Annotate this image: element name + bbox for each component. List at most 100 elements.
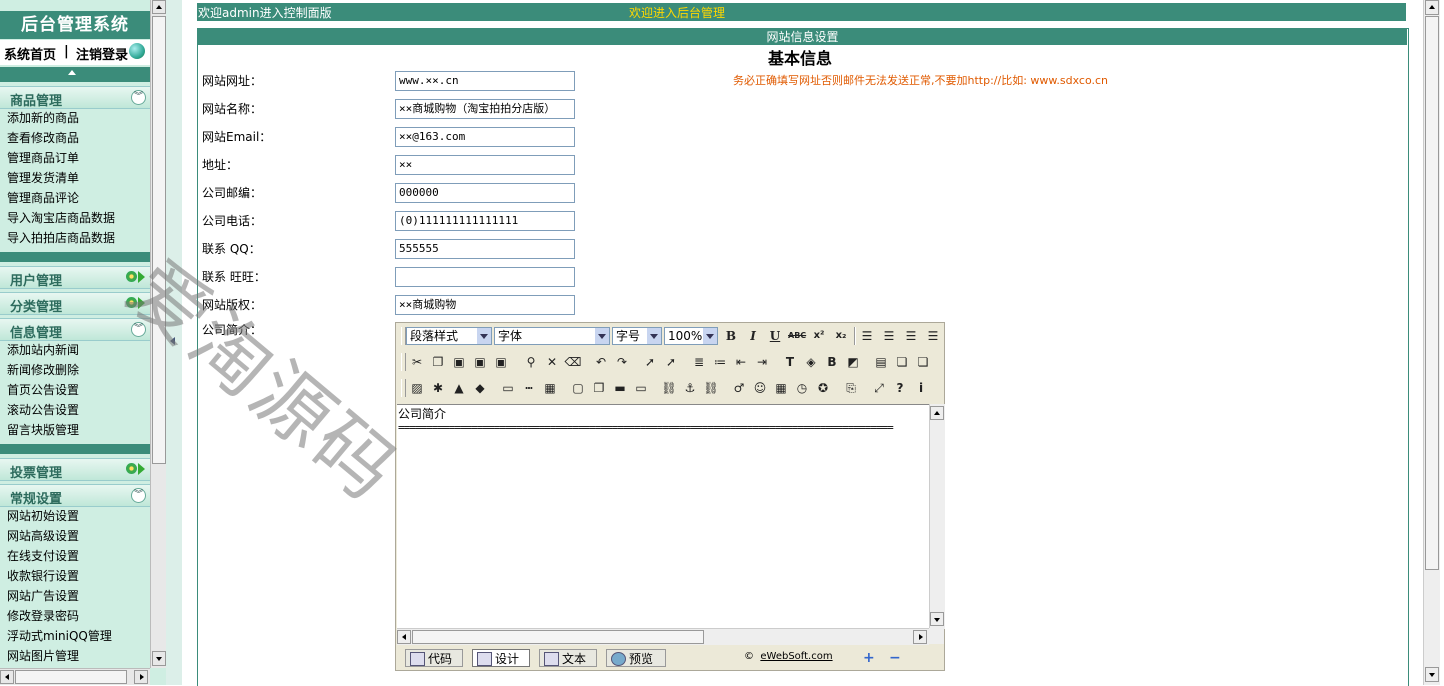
unordered-list-icon[interactable]: ≔ [711, 353, 729, 371]
sidebar-item-add-news[interactable]: 添加站内新闻 [7, 341, 79, 359]
scroll-thumb[interactable] [152, 16, 166, 464]
address-input[interactable]: ×× [395, 155, 575, 175]
sidebar-item-shipping[interactable]: 管理发货清单 [7, 169, 79, 187]
sidebar-item-scroll-notice[interactable]: 滚动公告设置 [7, 401, 79, 419]
collapse-all-bar[interactable] [0, 67, 150, 82]
editor-content-area[interactable]: 公司简介 ===================================… [397, 404, 929, 630]
zoom-select[interactable]: 100% [664, 327, 718, 345]
scroll-down-button[interactable] [1425, 667, 1439, 682]
sidebar-item-edit-products[interactable]: 查看修改商品 [7, 129, 79, 147]
date-icon[interactable]: ▦ [772, 379, 790, 397]
expand-arrow-icon[interactable] [126, 462, 146, 476]
sidebar-item-site-init[interactable]: 网站初始设置 [7, 507, 79, 525]
paragraph-style-select[interactable]: 段落样式 [406, 327, 492, 345]
strikethrough-icon[interactable]: ABC [788, 327, 806, 345]
sidebar-item-orders[interactable]: 管理商品订单 [7, 149, 79, 167]
sidebar-item-import-taobao[interactable]: 导入淘宝店商品数据 [7, 209, 115, 227]
tab-preview[interactable]: 预览 [606, 649, 666, 667]
bold-icon[interactable]: B [722, 327, 740, 345]
copyright-input[interactable]: ××商城购物 [395, 295, 575, 315]
layer-icon[interactable]: ❏ [893, 353, 911, 371]
credit-link[interactable]: eWebSoft.com [760, 651, 832, 662]
site-url-input[interactable]: www.××.cn [395, 71, 575, 91]
eraser-icon[interactable]: ⌫ [564, 353, 582, 371]
sidebar-item-online-pay[interactable]: 在线支付设置 [7, 547, 79, 565]
subscript-icon[interactable]: x₂ [832, 327, 850, 345]
outdent-icon[interactable]: ⇤ [732, 353, 750, 371]
tab-text[interactable]: 文本 [539, 649, 597, 667]
wangwang-input[interactable] [395, 267, 575, 287]
scroll-down-button[interactable] [152, 651, 166, 666]
cut-icon[interactable]: ✂ [408, 353, 426, 371]
media-icon[interactable]: ▲ [450, 379, 468, 397]
sidebar-section-products[interactable]: 商品管理 ︾ [0, 86, 150, 109]
link-icon[interactable]: ⛓ [660, 379, 678, 397]
site-email-input[interactable]: ××@163.com [395, 127, 575, 147]
box-icon[interactable]: ▦ [541, 379, 559, 397]
editor-horizontal-scrollbar[interactable] [397, 628, 929, 645]
tab-design[interactable]: 设计 [472, 649, 530, 667]
superscript-icon[interactable]: x² [810, 327, 828, 345]
time-icon[interactable]: ◷ [793, 379, 811, 397]
sidebar-item-miniqq[interactable]: 浮动式miniQQ管理 [7, 627, 112, 645]
tab-code[interactable]: 代码 [405, 649, 463, 667]
align-left-icon[interactable]: ☰ [858, 327, 876, 345]
table-icon[interactable]: ▤ [872, 353, 890, 371]
paste-word-icon[interactable]: ▣ [492, 353, 510, 371]
highlight-icon[interactable]: B [823, 353, 841, 371]
font-color-icon[interactable]: T [781, 353, 799, 371]
pointer-icon[interactable]: ➚ [662, 353, 680, 371]
scroll-thumb[interactable] [15, 670, 127, 684]
bg-color-icon[interactable]: ◈ [802, 353, 820, 371]
sidebar-vertical-scrollbar[interactable] [150, 0, 166, 668]
italic-icon[interactable]: I [744, 327, 762, 345]
sidebar-item-ads[interactable]: 网站广告设置 [7, 587, 79, 605]
sidebar-item-bank[interactable]: 收款银行设置 [7, 567, 79, 585]
align-justify-icon[interactable]: ☰ [924, 327, 942, 345]
sidebar-section-categories[interactable]: 分类管理 [0, 292, 150, 315]
line-icon[interactable]: ┅ [520, 379, 538, 397]
zip-input[interactable]: 000000 [395, 183, 575, 203]
sidebar-item-images[interactable]: 网站图片管理 [7, 647, 79, 665]
about-icon[interactable]: i [912, 379, 930, 397]
unlink-icon[interactable]: ⛓ [702, 379, 720, 397]
sidebar-item-edit-news[interactable]: 新闻修改删除 [7, 361, 79, 379]
sidebar-section-users[interactable]: 用户管理 [0, 266, 150, 289]
undo-icon[interactable]: ↶ [592, 353, 610, 371]
collapse-left-icon[interactable] [170, 337, 175, 345]
phone-input[interactable]: (0)111111111111111 [395, 211, 575, 231]
frame-icon[interactable]: ▢ [569, 379, 587, 397]
template-icon[interactable]: ⎘ [842, 379, 860, 397]
special-char-icon[interactable]: ♂ [730, 379, 748, 397]
flash-icon[interactable]: ✱ [429, 379, 447, 397]
object-icon[interactable]: ◆ [471, 379, 489, 397]
qq-input[interactable]: 555555 [395, 239, 575, 259]
expand-arrow-icon[interactable] [126, 296, 146, 310]
find-icon[interactable]: ⚲ [522, 353, 540, 371]
layer2-icon[interactable]: ❏ [914, 353, 932, 371]
scroll-up-button[interactable] [152, 0, 166, 14]
sidebar-item-password[interactable]: 修改登录密码 [7, 607, 79, 625]
align-right-icon[interactable]: ☰ [902, 327, 920, 345]
paste-text-icon[interactable]: ▣ [471, 353, 489, 371]
expand-arrow-icon[interactable] [126, 270, 146, 284]
chevron-down-icon[interactable]: ︾ [131, 488, 146, 503]
home-link[interactable]: 系统首页 [4, 44, 56, 63]
select-icon[interactable]: ➚ [641, 353, 659, 371]
sidebar-horizontal-scrollbar[interactable] [0, 668, 150, 685]
copy-icon[interactable]: ❐ [429, 353, 447, 371]
paste-icon[interactable]: ▣ [450, 353, 468, 371]
sidebar-section-votes[interactable]: 投票管理 [0, 458, 150, 481]
scroll-left-button[interactable] [0, 670, 14, 684]
scroll-right-button[interactable] [913, 630, 927, 644]
input-icon[interactable]: ▭ [632, 379, 650, 397]
shrink-icon[interactable]: − [889, 651, 901, 665]
anchor-icon[interactable]: ⚓ [681, 379, 699, 397]
scroll-up-button[interactable] [1425, 0, 1439, 15]
scroll-up-button[interactable] [930, 406, 944, 420]
form-icon[interactable]: ❐ [590, 379, 608, 397]
scroll-thumb[interactable] [412, 630, 704, 644]
sidebar-item-import-paipai[interactable]: 导入拍拍店商品数据 [7, 229, 115, 247]
logout-link[interactable]: 注销登录 [76, 44, 128, 63]
ordered-list-icon[interactable]: ≣ [690, 353, 708, 371]
